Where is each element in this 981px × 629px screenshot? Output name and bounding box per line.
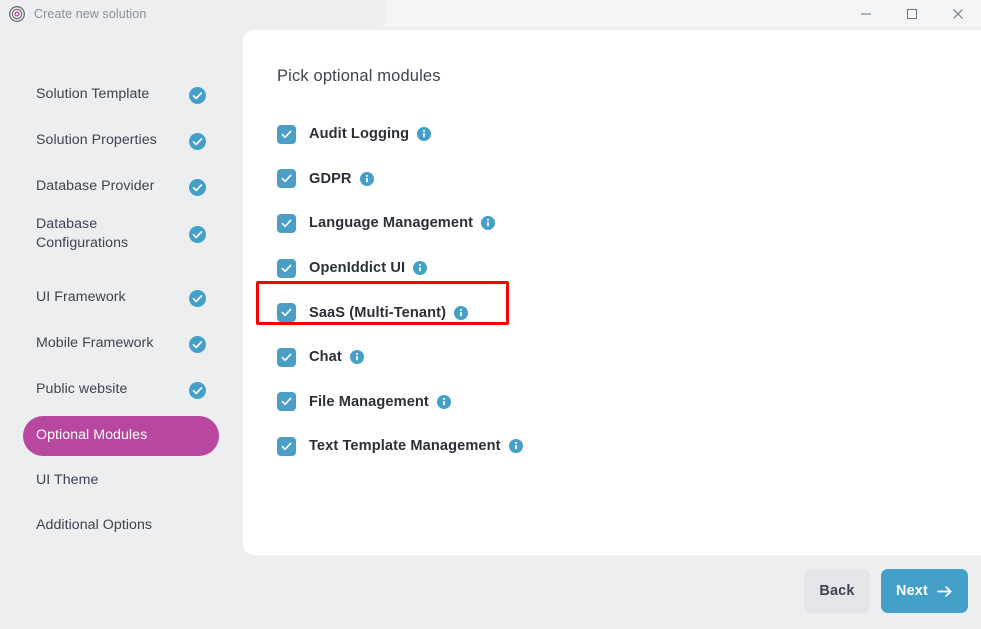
module-row[interactable]: Language Management [277,201,937,246]
module-label: OpenIddict UI [309,260,405,276]
sidebar-item-solution-properties[interactable]: Solution Properties [23,121,219,161]
module-label: Language Management [309,215,473,231]
sidebar-item-label: Optional Modules [36,426,147,445]
module-row[interactable]: GDPR [277,157,937,202]
module-row[interactable]: Audit Logging [277,112,937,157]
close-button[interactable] [935,0,981,27]
step-complete-check-icon [189,290,206,307]
step-complete-check-icon [189,226,206,243]
info-icon[interactable] [481,216,495,230]
sidebar-item-solution-template[interactable]: Solution Template [23,75,219,115]
module-row[interactable]: OpenIddict UI [277,246,937,291]
info-icon[interactable] [360,172,374,186]
module-label: SaaS (Multi-Tenant) [309,305,446,321]
window-controls [843,0,981,27]
module-checkbox[interactable] [277,214,296,233]
module-row[interactable]: File Management [277,380,937,425]
sidebar-item-label: Database Provider [36,177,154,196]
step-complete-check-icon [189,382,206,399]
step-complete-check-icon [189,179,206,196]
page-title: Pick optional modules [277,67,441,86]
abp-logo-icon [9,6,25,22]
module-row[interactable]: Chat [277,335,937,380]
sidebar-item-optional-modules[interactable]: Optional Modules [23,416,219,456]
step-complete-check-icon [189,133,206,150]
module-label: File Management [309,394,429,410]
module-checkbox[interactable] [277,125,296,144]
main-content-card: Pick optional modules Audit Logging GDPR L… [243,30,981,555]
sidebar-item-public-website[interactable]: Public website [23,370,219,410]
sidebar-item-additional-options[interactable]: Additional Options [23,506,219,546]
module-label: GDPR [309,171,352,187]
arrow-right-icon [937,585,953,598]
info-icon[interactable] [417,127,431,141]
module-checkbox[interactable] [277,437,296,456]
info-icon[interactable] [454,306,468,320]
sidebar-item-ui-framework[interactable]: UI Framework [23,278,219,318]
sidebar-item-database-configurations[interactable]: Database Configurations [23,206,219,262]
sidebar-item-label: UI Framework [36,288,126,307]
module-checkbox[interactable] [277,348,296,367]
info-icon[interactable] [509,439,523,453]
next-button[interactable]: Next [881,569,968,613]
wizard-step-sidebar: Solution Template Solution Properties Data… [0,27,243,629]
sidebar-item-mobile-framework[interactable]: Mobile Framework [23,324,219,364]
module-label: Audit Logging [309,126,409,142]
sidebar-item-label: Additional Options [36,516,152,535]
sidebar-item-label: Solution Properties [36,131,157,150]
sidebar-item-database-provider[interactable]: Database Provider [23,167,219,207]
back-button[interactable]: Back [804,569,870,613]
sidebar-item-label: Solution Template [36,85,149,104]
module-checkbox[interactable] [277,169,296,188]
optional-modules-list: Audit Logging GDPR Language Management Open… [277,112,937,469]
module-checkbox[interactable] [277,303,296,322]
maximize-button[interactable] [889,0,935,27]
sidebar-item-label: Public website [36,380,127,399]
module-label: Text Template Management [309,438,501,454]
sidebar-item-ui-theme[interactable]: UI Theme [23,461,219,501]
wizard-footer: Back Next [0,555,981,629]
info-icon[interactable] [350,350,364,364]
module-label: Chat [309,349,342,365]
window-titlebar: Create new solution [0,0,981,27]
step-complete-check-icon [189,336,206,353]
info-icon[interactable] [437,395,451,409]
module-checkbox[interactable] [277,392,296,411]
sidebar-item-label: Mobile Framework [36,334,153,353]
next-button-label: Next [896,583,928,599]
window-title: Create new solution [34,7,146,21]
module-row[interactable]: Text Template Management [277,424,937,469]
module-row[interactable]: SaaS (Multi-Tenant) [277,290,937,335]
info-icon[interactable] [413,261,427,275]
module-checkbox[interactable] [277,259,296,278]
minimize-button[interactable] [843,0,889,27]
sidebar-item-label: UI Theme [36,471,98,490]
sidebar-item-label: Database Configurations [36,215,181,253]
step-complete-check-icon [189,87,206,104]
